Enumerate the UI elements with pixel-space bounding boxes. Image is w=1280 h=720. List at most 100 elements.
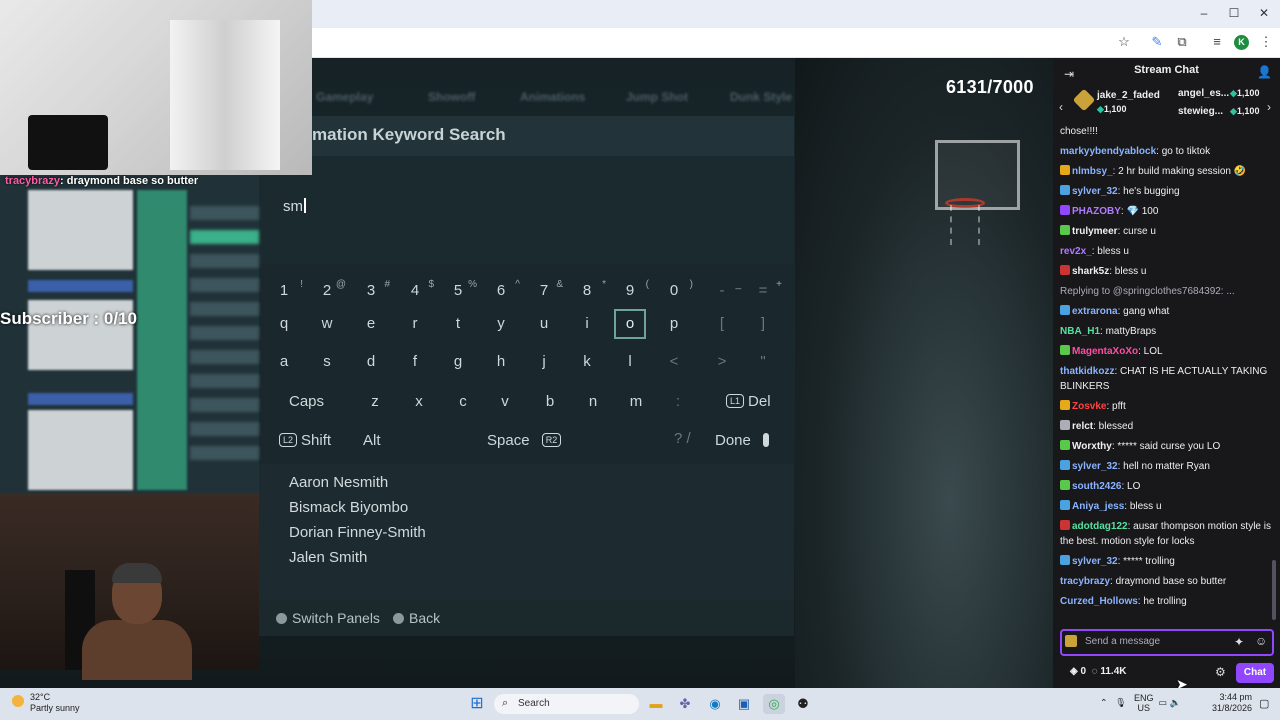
- key-p[interactable]: p: [658, 309, 690, 339]
- key-i[interactable]: i: [571, 309, 603, 339]
- chat-message[interactable]: Zosvke: pfft: [1060, 399, 1275, 414]
- volume-icon[interactable]: 🔈: [1170, 697, 1181, 707]
- chat-message[interactable]: markyybendyablock: go to tiktok: [1060, 144, 1275, 159]
- key-4[interactable]: 4 $: [399, 276, 434, 306]
- chat-username[interactable]: shark5z: [1072, 266, 1109, 277]
- key-symbol[interactable]: ": [747, 347, 779, 377]
- teams-icon[interactable]: ✤: [674, 694, 696, 714]
- delete-key[interactable]: L1 Del: [726, 393, 771, 410]
- result-item[interactable]: Jalen Smith: [289, 549, 367, 566]
- game-tab-gameplay[interactable]: Gameplay: [316, 90, 373, 104]
- chat-username[interactable]: extrarona: [1072, 306, 1118, 317]
- chat-message[interactable]: Aniya_jess: bless u: [1060, 499, 1275, 514]
- chat-username[interactable]: thatkidkozz: [1060, 366, 1114, 377]
- chat-username[interactable]: sylver_32: [1072, 461, 1118, 472]
- key-z[interactable]: z: [359, 387, 391, 417]
- game-tab-animations[interactable]: Animations: [520, 90, 585, 104]
- edge-icon[interactable]: ◉: [704, 694, 726, 714]
- chat-message[interactable]: MagentaXoXo: LOL: [1060, 344, 1275, 359]
- key-s[interactable]: s: [311, 347, 343, 377]
- chat-username[interactable]: Aniya_jess: [1072, 501, 1124, 512]
- chat-scrollbar[interactable]: [1272, 560, 1276, 620]
- chat-username[interactable]: markyybendyablock: [1060, 146, 1156, 157]
- key-m[interactable]: m: [620, 387, 652, 417]
- chrome-icon[interactable]: ◎: [763, 694, 785, 714]
- key-n[interactable]: n: [577, 387, 609, 417]
- close-button[interactable]: ✕: [1254, 6, 1274, 20]
- chat-username[interactable]: sylver_32: [1072, 186, 1118, 197]
- file-explorer-icon[interactable]: ▬: [645, 694, 667, 714]
- key-6[interactable]: 6 ^: [485, 276, 520, 306]
- chat-message[interactable]: extrarona: gang what: [1060, 304, 1275, 319]
- key-b[interactable]: b: [534, 387, 566, 417]
- key-0[interactable]: 0): [658, 276, 693, 306]
- chat-message[interactable]: Worxthy: ***** said curse you LO: [1060, 439, 1275, 454]
- key-e[interactable]: e: [355, 309, 387, 339]
- bookmark-star-icon[interactable]: ☆: [1115, 34, 1133, 50]
- key-2[interactable]: 2 @: [311, 276, 346, 306]
- clock[interactable]: 3:44 pm 31/8/2026: [1212, 692, 1252, 714]
- app-icon[interactable]: ⚉: [792, 694, 814, 714]
- result-item[interactable]: Aaron Nesmith: [289, 474, 388, 491]
- key-symbol[interactable]: <: [658, 347, 690, 377]
- key-k[interactable]: k: [571, 347, 603, 377]
- weather-widget[interactable]: 32°C Partly sunny: [12, 692, 80, 714]
- space-key[interactable]: Space R2: [487, 432, 565, 449]
- key-w[interactable]: w: [311, 309, 343, 339]
- game-tab-jump-shot[interactable]: Jump Shot: [626, 90, 688, 104]
- chat-message[interactable]: sylver_32: hell no matter Ryan: [1060, 459, 1275, 474]
- key-j[interactable]: j: [528, 347, 560, 377]
- taskbar-search[interactable]: Search: [494, 694, 639, 714]
- game-tab-dunk-style[interactable]: Dunk Style: [730, 90, 792, 104]
- chat-message[interactable]: adotdag122: ausar thompson motion style …: [1060, 519, 1275, 549]
- result-item[interactable]: Bismack Biyombo: [289, 499, 408, 516]
- chevron-up-icon[interactable]: ⌃: [1100, 697, 1108, 707]
- chat-username[interactable]: sylver_32: [1072, 556, 1118, 567]
- key-8[interactable]: 8 *: [571, 276, 606, 306]
- key-h[interactable]: h: [485, 347, 517, 377]
- back-button[interactable]: Back: [393, 610, 440, 626]
- notification-icon[interactable]: ▢: [1259, 697, 1269, 710]
- chat-message[interactable]: tracybrazy: draymond base so butter: [1060, 574, 1275, 589]
- settings-gear-icon[interactable]: ⚙: [1215, 665, 1226, 679]
- media-controls-icon[interactable]: ≡: [1208, 34, 1226, 49]
- extensions-icon[interactable]: ⧉: [1173, 34, 1191, 50]
- browser-menu-icon[interactable]: ⋮: [1257, 34, 1275, 50]
- chat-username[interactable]: PHAZOBY: [1072, 206, 1121, 217]
- chat-username[interactable]: Curzed_Hollows: [1060, 596, 1138, 607]
- start-icon[interactable]: ⊞: [466, 694, 488, 714]
- chat-message[interactable]: sylver_32: ***** trolling: [1060, 554, 1275, 569]
- bits-icon[interactable]: ✦: [1234, 635, 1244, 649]
- maximize-button[interactable]: ☐: [1224, 6, 1244, 20]
- key-d[interactable]: d: [355, 347, 387, 377]
- key-c[interactable]: c: [447, 387, 479, 417]
- send-chat-button[interactable]: Chat: [1236, 663, 1274, 683]
- chat-message[interactable]: sylver_32: he's bugging: [1060, 184, 1275, 199]
- key-7[interactable]: 7 &: [528, 276, 563, 306]
- key-symbol[interactable]: :: [662, 387, 694, 417]
- chat-message[interactable]: Curzed_Hollows: he trolling: [1060, 594, 1275, 609]
- key-l[interactable]: l: [614, 347, 646, 377]
- pen-extension-icon[interactable]: ✎: [1148, 34, 1166, 50]
- key-o[interactable]: o: [614, 309, 646, 339]
- key-f[interactable]: f: [399, 347, 431, 377]
- chat-username[interactable]: rev2x_: [1060, 246, 1092, 257]
- key-v[interactable]: v: [489, 387, 521, 417]
- chevron-right-icon[interactable]: ›: [1267, 100, 1271, 114]
- key-symbol[interactable]: >: [706, 347, 738, 377]
- key-u[interactable]: u: [528, 309, 560, 339]
- chat-username[interactable]: Worxthy: [1072, 441, 1112, 452]
- alt-key[interactable]: Alt: [363, 432, 381, 449]
- chat-username[interactable]: relct: [1072, 421, 1093, 432]
- game-tab-showoff[interactable]: Showoff: [428, 90, 475, 104]
- chat-username[interactable]: MagentaXoXo: [1072, 346, 1138, 357]
- channel-points-icon[interactable]: ◌: [1092, 666, 1098, 677]
- chat-username[interactable]: trulymeer: [1072, 226, 1118, 237]
- emote-icon[interactable]: ☺: [1255, 634, 1267, 648]
- key-q[interactable]: q: [268, 309, 300, 339]
- store-icon[interactable]: ▣: [733, 694, 755, 714]
- slash-key[interactable]: ? /: [674, 430, 691, 447]
- key-symbol[interactable]: - _: [706, 276, 742, 306]
- chat-username[interactable]: tracybrazy: [1060, 576, 1110, 587]
- chat-message[interactable]: relct: blessed: [1060, 419, 1275, 434]
